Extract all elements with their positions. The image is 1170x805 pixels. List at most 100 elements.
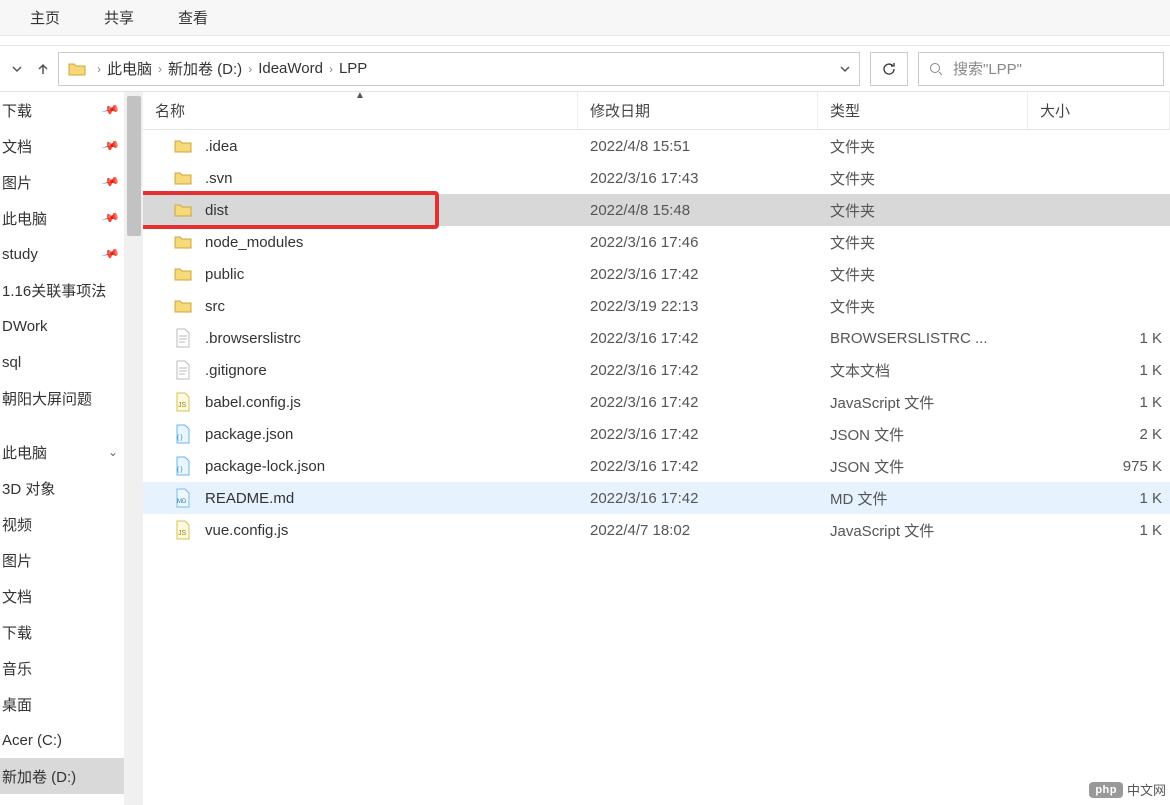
file-date: 2022/3/16 17:43 — [578, 170, 818, 187]
ribbon-tab-share[interactable]: 共享 — [82, 1, 156, 34]
file-type: 文件夹 — [818, 296, 1028, 317]
table-row[interactable]: .gitignore2022/3/16 17:42文本文档1 K — [143, 354, 1170, 386]
sidebar-item-label: 1.16关联事项法 — [2, 280, 106, 301]
file-type: 文件夹 — [818, 200, 1028, 221]
sidebar-item-label: 此电脑 — [2, 208, 47, 229]
file-type: MD 文件 — [818, 488, 1028, 509]
file-name: src — [205, 298, 225, 315]
sidebar-item[interactable]: 文档 — [0, 578, 124, 614]
pin-icon: 📌 — [101, 136, 121, 156]
folder-icon — [173, 232, 193, 252]
watermark-text: 中文网 — [1127, 780, 1166, 799]
sidebar-item-label: 下载 — [2, 622, 32, 643]
sidebar-item[interactable]: 朝阳大屏问题 — [0, 380, 124, 416]
table-row[interactable]: MDREADME.md2022/3/16 17:42MD 文件1 K — [143, 482, 1170, 514]
ribbon-tab-home[interactable]: 主页 — [8, 1, 82, 34]
column-label: 大小 — [1040, 100, 1070, 121]
text-icon — [173, 360, 193, 380]
file-date: 2022/3/16 17:42 — [578, 394, 818, 411]
sidebar-item — [0, 416, 124, 434]
breadcrumb-segment[interactable]: IdeaWord — [258, 60, 323, 77]
sidebar-item[interactable]: 下载 — [0, 614, 124, 650]
sidebar-item[interactable]: Acer (C:) — [0, 722, 124, 758]
breadcrumb-segment[interactable]: LPP — [339, 60, 367, 77]
table-row[interactable]: .svn2022/3/16 17:43文件夹 — [143, 162, 1170, 194]
sidebar-item[interactable]: 视频 — [0, 506, 124, 542]
file-list: ▲ 名称 修改日期 类型 大小 .idea2022/4/8 15:51文件夹 .s… — [143, 92, 1170, 805]
file-date: 2022/3/16 17:42 — [578, 362, 818, 379]
chevron-right-icon[interactable]: › — [158, 62, 162, 76]
table-row[interactable]: { }package.json2022/3/16 17:42JSON 文件2 K — [143, 418, 1170, 450]
sidebar-item[interactable]: 1.16关联事项法 — [0, 272, 124, 308]
file-name: babel.config.js — [205, 394, 301, 411]
table-row[interactable]: JSvue.config.js2022/4/7 18:02JavaScript … — [143, 514, 1170, 546]
file-name: README.md — [205, 490, 294, 507]
folder-icon — [173, 264, 193, 284]
chevron-right-icon[interactable]: › — [248, 62, 252, 76]
chevron-right-icon[interactable]: › — [97, 62, 101, 76]
table-row[interactable]: src2022/3/19 22:13文件夹 — [143, 290, 1170, 322]
search-input[interactable]: 搜索"LPP" — [918, 52, 1164, 86]
folder-icon — [173, 136, 193, 156]
table-row[interactable]: { }package-lock.json2022/3/16 17:42JSON … — [143, 450, 1170, 482]
file-date: 2022/4/8 15:51 — [578, 138, 818, 155]
breadcrumb-segment[interactable]: 新加卷 (D:) — [168, 58, 242, 79]
file-date: 2022/3/16 17:42 — [578, 426, 818, 443]
pin-icon: 📌 — [101, 208, 121, 228]
table-row[interactable]: .idea2022/4/8 15:51文件夹 — [143, 130, 1170, 162]
file-name: public — [205, 266, 244, 283]
file-size: 1 K — [1028, 330, 1170, 347]
sidebar-item[interactable]: 下载📌 — [0, 92, 124, 128]
sidebar-item-label: 图片 — [2, 550, 32, 571]
column-date[interactable]: 修改日期 — [578, 92, 818, 129]
sidebar-item-label: Acer (C:) — [2, 732, 62, 749]
sidebar-item[interactable]: sql — [0, 344, 124, 380]
sidebar-item-label: 此电脑 — [2, 442, 47, 463]
file-name: .svn — [205, 170, 233, 187]
file-type: JSON 文件 — [818, 456, 1028, 477]
file-name: node_modules — [205, 234, 303, 251]
sidebar-item[interactable]: 桌面 — [0, 686, 124, 722]
sidebar-item[interactable]: 图片 — [0, 542, 124, 578]
table-row[interactable]: public2022/3/16 17:42文件夹 — [143, 258, 1170, 290]
sidebar-item-label: 文档 — [2, 586, 32, 607]
address-dropdown-icon[interactable] — [835, 64, 855, 74]
sidebar-item[interactable]: 此电脑⌄ — [0, 434, 124, 470]
file-type: 文件夹 — [818, 232, 1028, 253]
file-type: BROWSERSLISTRC ... — [818, 330, 1028, 347]
table-row[interactable]: JSbabel.config.js2022/3/16 17:42JavaScri… — [143, 386, 1170, 418]
table-row[interactable]: dist2022/4/8 15:48文件夹 — [143, 194, 1170, 226]
up-button[interactable] — [32, 55, 54, 83]
sidebar-item[interactable]: 文档📌 — [0, 128, 124, 164]
sidebar: 下载📌文档📌图片📌此电脑📌study📌1.16关联事项法DWorksql朝阳大屏… — [0, 92, 125, 805]
refresh-button[interactable] — [870, 52, 908, 86]
sidebar-item[interactable]: 新加卷 (D:) — [0, 758, 124, 794]
file-date: 2022/3/16 17:42 — [578, 490, 818, 507]
file-size: 1 K — [1028, 522, 1170, 539]
text-icon — [173, 328, 193, 348]
file-name: vue.config.js — [205, 522, 288, 539]
ribbon-tab-view[interactable]: 查看 — [156, 1, 230, 34]
svg-text:{ }: { } — [177, 435, 183, 441]
sidebar-item[interactable]: 3D 对象 — [0, 470, 124, 506]
address-bar[interactable]: › 此电脑 › 新加卷 (D:) › IdeaWord › LPP — [58, 52, 860, 86]
sidebar-item-label: 视频 — [2, 514, 32, 535]
column-size[interactable]: 大小 — [1028, 92, 1170, 129]
column-name[interactable]: ▲ 名称 — [143, 92, 578, 129]
file-type: 文本文档 — [818, 360, 1028, 381]
table-row[interactable]: node_modules2022/3/16 17:46文件夹 — [143, 226, 1170, 258]
sidebar-item[interactable]: study📌 — [0, 236, 124, 272]
sidebar-scrollbar[interactable] — [125, 92, 143, 805]
sidebar-item[interactable]: 此电脑 📌 — [0, 200, 124, 236]
scrollbar-thumb[interactable] — [127, 96, 141, 236]
file-size: 975 K — [1028, 458, 1170, 475]
sidebar-item[interactable]: 图片📌 — [0, 164, 124, 200]
chevron-right-icon[interactable]: › — [329, 62, 333, 76]
breadcrumb-segment[interactable]: 此电脑 — [107, 58, 152, 79]
sidebar-item[interactable]: 音乐 — [0, 650, 124, 686]
table-row[interactable]: .browserslistrc2022/3/16 17:42BROWSERSLI… — [143, 322, 1170, 354]
ribbon-tabs: 主页 共享 查看 — [0, 0, 1170, 36]
history-dropdown-icon[interactable] — [6, 55, 28, 83]
column-type[interactable]: 类型 — [818, 92, 1028, 129]
sidebar-item[interactable]: DWork — [0, 308, 124, 344]
